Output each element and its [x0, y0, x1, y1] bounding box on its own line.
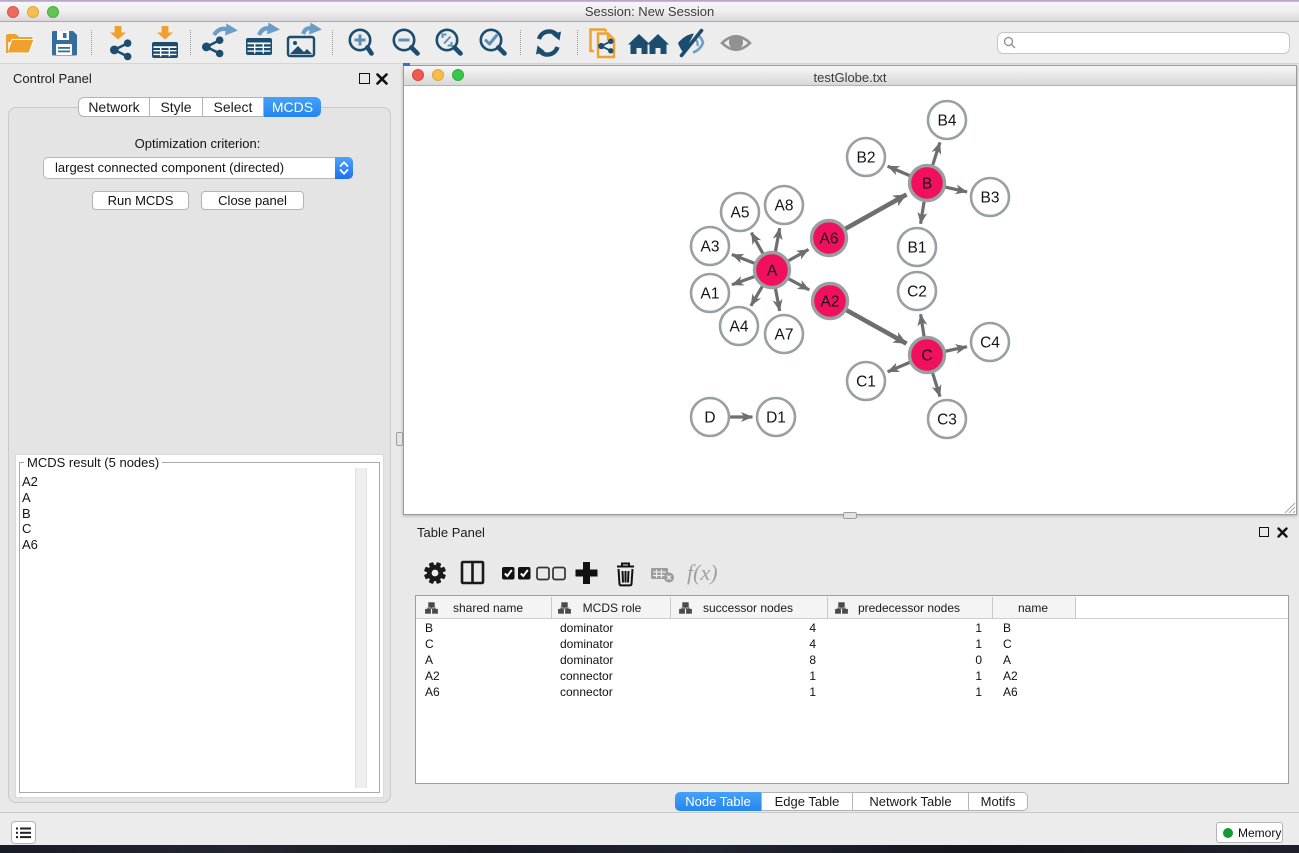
- svg-text:A5: A5: [731, 205, 750, 222]
- svg-text:A3: A3: [701, 239, 720, 256]
- svg-text:A1: A1: [701, 286, 720, 303]
- svg-text:B4: B4: [938, 113, 957, 130]
- svg-text:C1: C1: [856, 374, 876, 391]
- svg-text:D: D: [704, 410, 715, 427]
- svg-text:f(x): f(x): [687, 560, 718, 585]
- svg-text:A4: A4: [730, 319, 749, 336]
- svg-text:D1: D1: [766, 410, 786, 427]
- svg-text:A7: A7: [775, 327, 794, 344]
- svg-text:C4: C4: [980, 335, 1000, 352]
- svg-text:B1: B1: [908, 240, 927, 257]
- svg-text:A6: A6: [820, 231, 839, 248]
- svg-text:C: C: [921, 348, 932, 365]
- svg-text:B: B: [922, 176, 932, 193]
- svg-text:C2: C2: [907, 284, 927, 301]
- svg-text:C3: C3: [937, 412, 957, 429]
- svg-text:A2: A2: [821, 294, 840, 311]
- svg-text:A8: A8: [775, 198, 794, 215]
- svg-text:B3: B3: [981, 190, 1000, 207]
- svg-text:A: A: [767, 263, 778, 280]
- svg-text:B2: B2: [857, 150, 876, 167]
